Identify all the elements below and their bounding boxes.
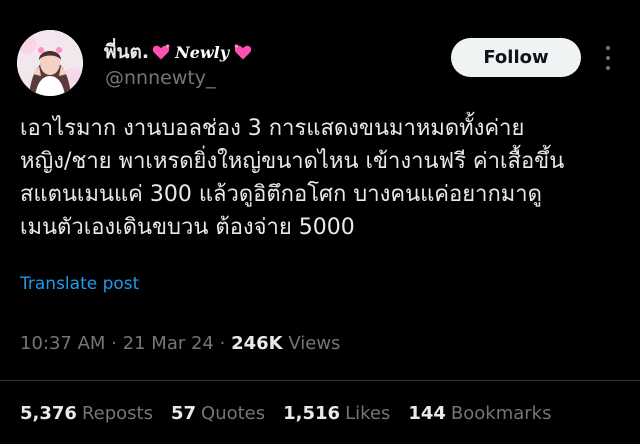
bookmarks-stat[interactable]: 144 Bookmarks	[408, 403, 551, 424]
views-label: Views	[288, 333, 341, 354]
tweet-date[interactable]: 21 Mar 24	[123, 333, 214, 354]
heart-icon	[152, 44, 170, 60]
quotes-stat[interactable]: 57 Quotes	[171, 403, 265, 424]
reposts-stat[interactable]: 5,376 Reposts	[20, 403, 153, 424]
meta-separator: ·	[111, 333, 117, 354]
quotes-count: 57	[170, 403, 197, 424]
more-dots-icon	[606, 46, 610, 50]
more-dots-icon	[606, 66, 610, 70]
avatar[interactable]	[17, 30, 83, 96]
bookmarks-count: 144	[408, 403, 446, 424]
tweet-text: เอาไรมาก งานบอลช่อง 3 การแสดงขนมาหมดทั้ง…	[20, 112, 620, 244]
divider	[0, 380, 640, 381]
tweet-text-line: เอาไรมาก งานบอลช่อง 3 การแสดงขนมาหมดทั้ง…	[20, 116, 525, 141]
tweet-text-line: หญิง/ชาย พาเหรดยิ่งใหญ่ขนาดไหน เข้างานฟร…	[20, 149, 565, 174]
engagement-stats: 5,376 Reposts 57 Quotes 1,516 Likes 144 Book…	[20, 403, 570, 424]
display-name[interactable]: พี่นต.	[104, 37, 149, 67]
likes-stat[interactable]: 1,516 Likes	[283, 403, 390, 424]
likes-count: 1,516	[283, 403, 341, 424]
reposts-count: 5,376	[20, 403, 77, 424]
heart-icon	[234, 44, 252, 60]
more-dots-icon	[606, 56, 610, 60]
reposts-label: Reposts	[81, 403, 153, 424]
views-count: 246K	[231, 333, 283, 354]
tweet-meta: 10:37 AM · 21 Mar 24 · 246K Views	[20, 333, 340, 354]
meta-separator: ·	[219, 333, 226, 354]
follow-button[interactable]: Follow	[451, 38, 581, 77]
likes-label: Likes	[345, 403, 391, 424]
display-name-script: Newly	[175, 42, 230, 62]
quotes-label: Quotes	[201, 403, 266, 424]
follow-button-label: Follow	[483, 47, 549, 68]
tweet-text-line: สแตนเมนแค่ 300 แล้วดูอิตึกอโศก บางคนแค่อ…	[20, 182, 542, 207]
profile-photo-icon	[17, 30, 83, 96]
more-options-button[interactable]	[598, 44, 618, 72]
tweet-time[interactable]: 10:37 AM	[20, 333, 105, 354]
bookmarks-label: Bookmarks	[450, 403, 552, 424]
display-name-row[interactable]: พี่นต. Newly	[104, 38, 255, 66]
translate-post-link[interactable]: Translate post	[20, 274, 139, 294]
tweet-text-line: เมนตัวเองเดินขบวน ต้องจ่าย 5000	[20, 215, 355, 240]
user-handle[interactable]: @nnnewty_	[105, 67, 216, 89]
